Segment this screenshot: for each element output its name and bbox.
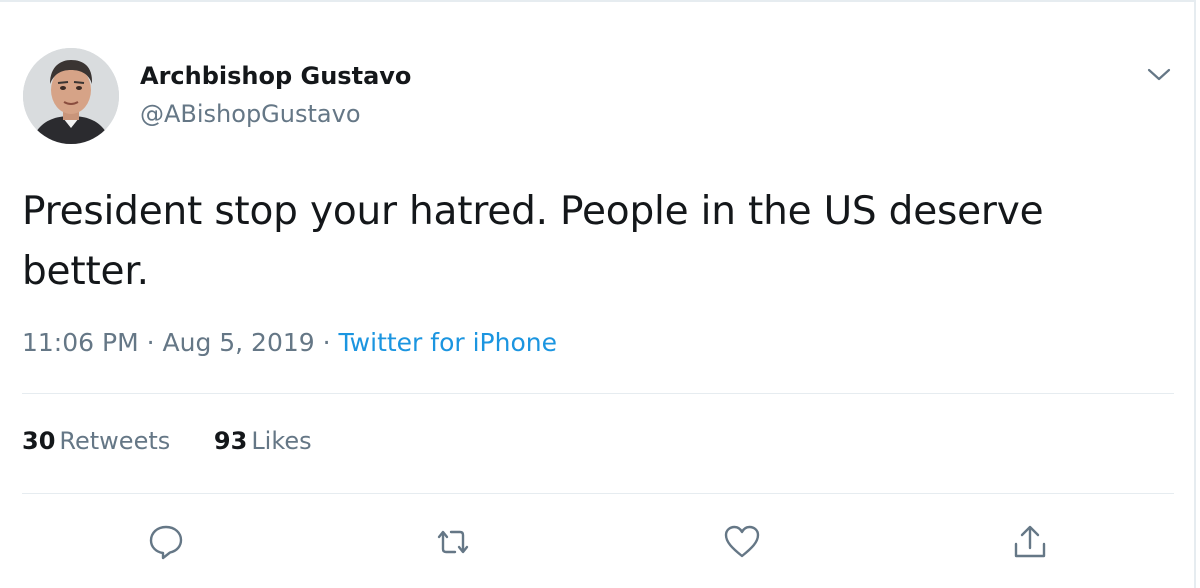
tweet-source-link[interactable]: Twitter for iPhone xyxy=(339,328,557,357)
tweet-date[interactable]: Aug 5, 2019 xyxy=(163,328,315,357)
likes-label: Likes xyxy=(251,427,312,455)
author-handle[interactable]: @ABishopGustavo xyxy=(140,100,361,128)
heart-icon[interactable] xyxy=(722,522,762,562)
reply-icon[interactable] xyxy=(146,522,186,562)
retweets-count: 30 xyxy=(22,427,56,455)
tweet-meta: 11:06 PM · Aug 5, 2019 · Twitter for iPh… xyxy=(22,328,557,357)
meta-separator: · xyxy=(146,328,155,357)
author-display-name[interactable]: Archbishop Gustavo xyxy=(140,62,411,90)
share-icon[interactable] xyxy=(1010,522,1050,562)
meta-separator: · xyxy=(322,328,331,357)
tweet-stats: 30 Retweets 93 Likes xyxy=(22,427,348,455)
divider xyxy=(22,393,1174,394)
retweets-stat[interactable]: 30 Retweets xyxy=(22,427,170,455)
likes-count: 93 xyxy=(213,427,248,455)
retweets-label: Retweets xyxy=(59,427,171,455)
avatar[interactable] xyxy=(23,48,119,144)
tweet-text: President stop your hatred. People in th… xyxy=(22,189,1044,294)
retweet-icon[interactable] xyxy=(433,522,473,562)
divider xyxy=(22,493,1174,494)
likes-stat[interactable]: 93 Likes xyxy=(214,427,312,455)
tweet-time[interactable]: 11:06 PM xyxy=(22,328,139,357)
tweet-card: Archbishop Gustavo @ABishopGustavo Presi… xyxy=(0,0,1196,588)
avatar-image xyxy=(23,48,119,144)
chevron-down-icon[interactable] xyxy=(1146,62,1172,88)
